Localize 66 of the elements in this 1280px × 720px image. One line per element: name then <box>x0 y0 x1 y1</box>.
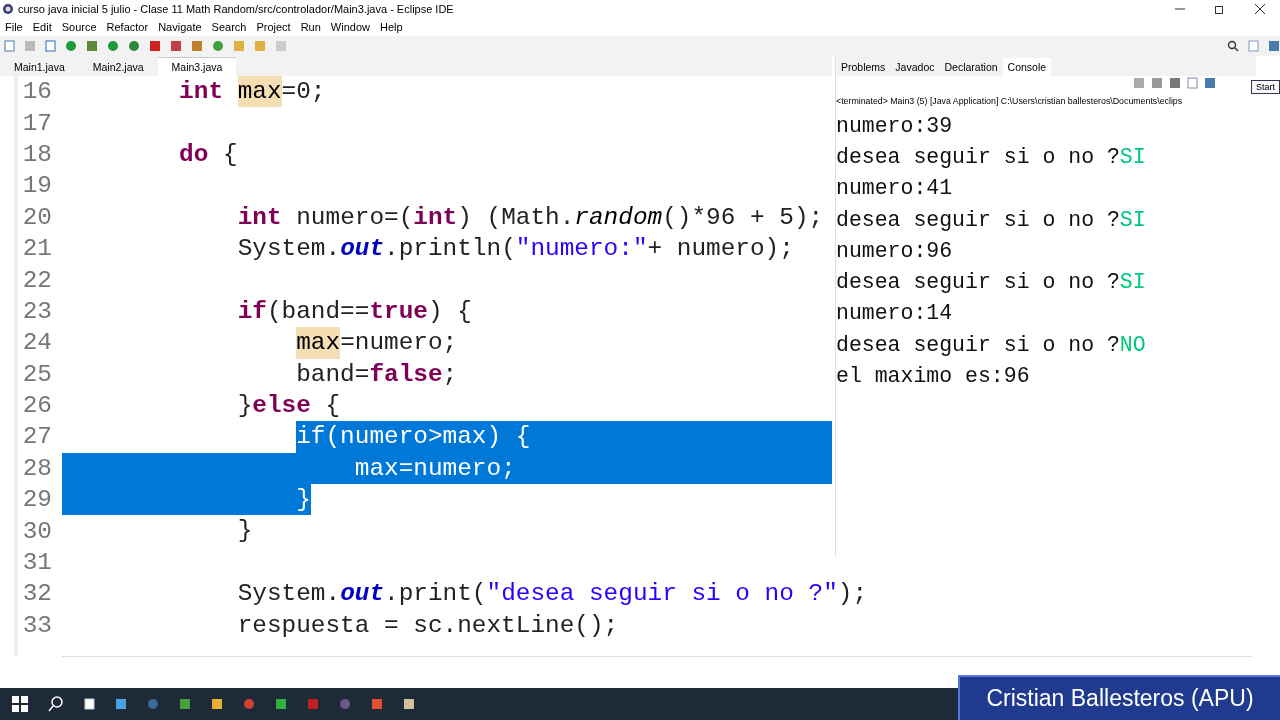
line-number: 28 <box>21 454 53 482</box>
menu-item[interactable]: Edit <box>27 21 57 33</box>
console-line: desea seguir si o no ?SI <box>836 269 1147 297</box>
menu-item[interactable]: Help <box>375 21 408 33</box>
editor-tab[interactable]: Main3.java <box>157 57 237 76</box>
code-line: System.out.print("desea seguir si o no ?"); <box>236 579 868 610</box>
view-tab[interactable]: Problems <box>836 58 891 76</box>
line-number: 27 <box>21 423 53 451</box>
menu-item[interactable]: Source <box>56 21 102 33</box>
line-number: 20 <box>21 203 53 231</box>
search-icon[interactable] <box>48 696 64 712</box>
console-line: desea seguir si o no ?SI <box>836 206 1147 234</box>
code-line: max=numero; <box>62 452 832 485</box>
view-tab[interactable]: Javadoc <box>890 58 940 76</box>
console-line: numero:41 <box>836 175 954 203</box>
menu-item[interactable]: File <box>0 21 28 33</box>
start-icon[interactable] <box>12 696 28 712</box>
console-line: numero:39 <box>836 112 954 140</box>
search-icon[interactable] <box>1227 40 1239 52</box>
line-number: 24 <box>21 329 53 357</box>
presenter-label: Cristian Ballesteros (APU) <box>958 675 1280 720</box>
line-number: 18 <box>21 140 53 168</box>
editor-tab[interactable]: Main1.java <box>0 58 79 76</box>
window-title: curso java inicial 5 julio - Clase 11 Math Random/src/controlador/Main3.java - Eclipse IDE <box>18 3 455 15</box>
menu-item[interactable]: Project <box>251 21 296 33</box>
code-line: if(band==true) { <box>236 296 472 327</box>
view-tab[interactable]: Declaration <box>939 58 1003 76</box>
line-number: 26 <box>21 392 53 420</box>
code-line: System.out.println("numero:"+ numero); <box>236 233 794 264</box>
code-line: band=false; <box>295 359 458 390</box>
code-line: }else { <box>236 390 341 421</box>
menu-item[interactable]: Navigate <box>153 21 207 33</box>
line-number: 21 <box>21 235 53 263</box>
line-number: 29 <box>21 486 53 514</box>
line-number: 17 <box>21 109 53 137</box>
tooltip: Start <box>1251 80 1280 94</box>
line-number: 22 <box>21 266 53 294</box>
menu-item[interactable]: Search <box>206 21 252 33</box>
view-tab[interactable]: Console <box>1002 58 1052 76</box>
menu-item[interactable]: Refactor <box>101 21 154 33</box>
line-number: 16 <box>21 78 53 106</box>
code-line: do { <box>178 139 238 170</box>
code-line: int max=0; <box>62 76 326 108</box>
console-line: numero:14 <box>836 300 954 328</box>
code-line: int numero=(int) (Math.random()*96 + 5); <box>236 202 824 233</box>
console-status: <terminated> Main3 (5) [Java Application] C:\Users\cristian ballesteros\Documents\eclips <box>836 96 1183 108</box>
code-line: } <box>236 516 253 547</box>
console-line: desea seguir si o no ?SI <box>836 143 1147 171</box>
code-line: max=numero; <box>295 327 458 359</box>
line-number: 30 <box>21 517 53 545</box>
line-number: 31 <box>21 549 53 577</box>
console-line: desea seguir si o no ?NO <box>836 331 1147 359</box>
code-line: respuesta = sc.nextLine(); <box>236 610 619 641</box>
console-line: numero:96 <box>836 237 954 265</box>
console-line: el maximo es:96 <box>836 363 1031 390</box>
menu-item[interactable]: Run <box>295 21 326 33</box>
editor-tab[interactable]: Main2.java <box>78 58 158 76</box>
line-number: 33 <box>21 611 53 639</box>
line-number: 23 <box>21 297 53 325</box>
code-line: if(numero>max) { <box>62 421 832 453</box>
line-number: 19 <box>21 172 53 200</box>
new-file-icon[interactable] <box>4 40 15 52</box>
line-number: 25 <box>21 360 53 388</box>
code-line: } <box>62 484 311 516</box>
menu-item[interactable]: Window <box>325 21 375 33</box>
line-number: 32 <box>21 580 53 608</box>
